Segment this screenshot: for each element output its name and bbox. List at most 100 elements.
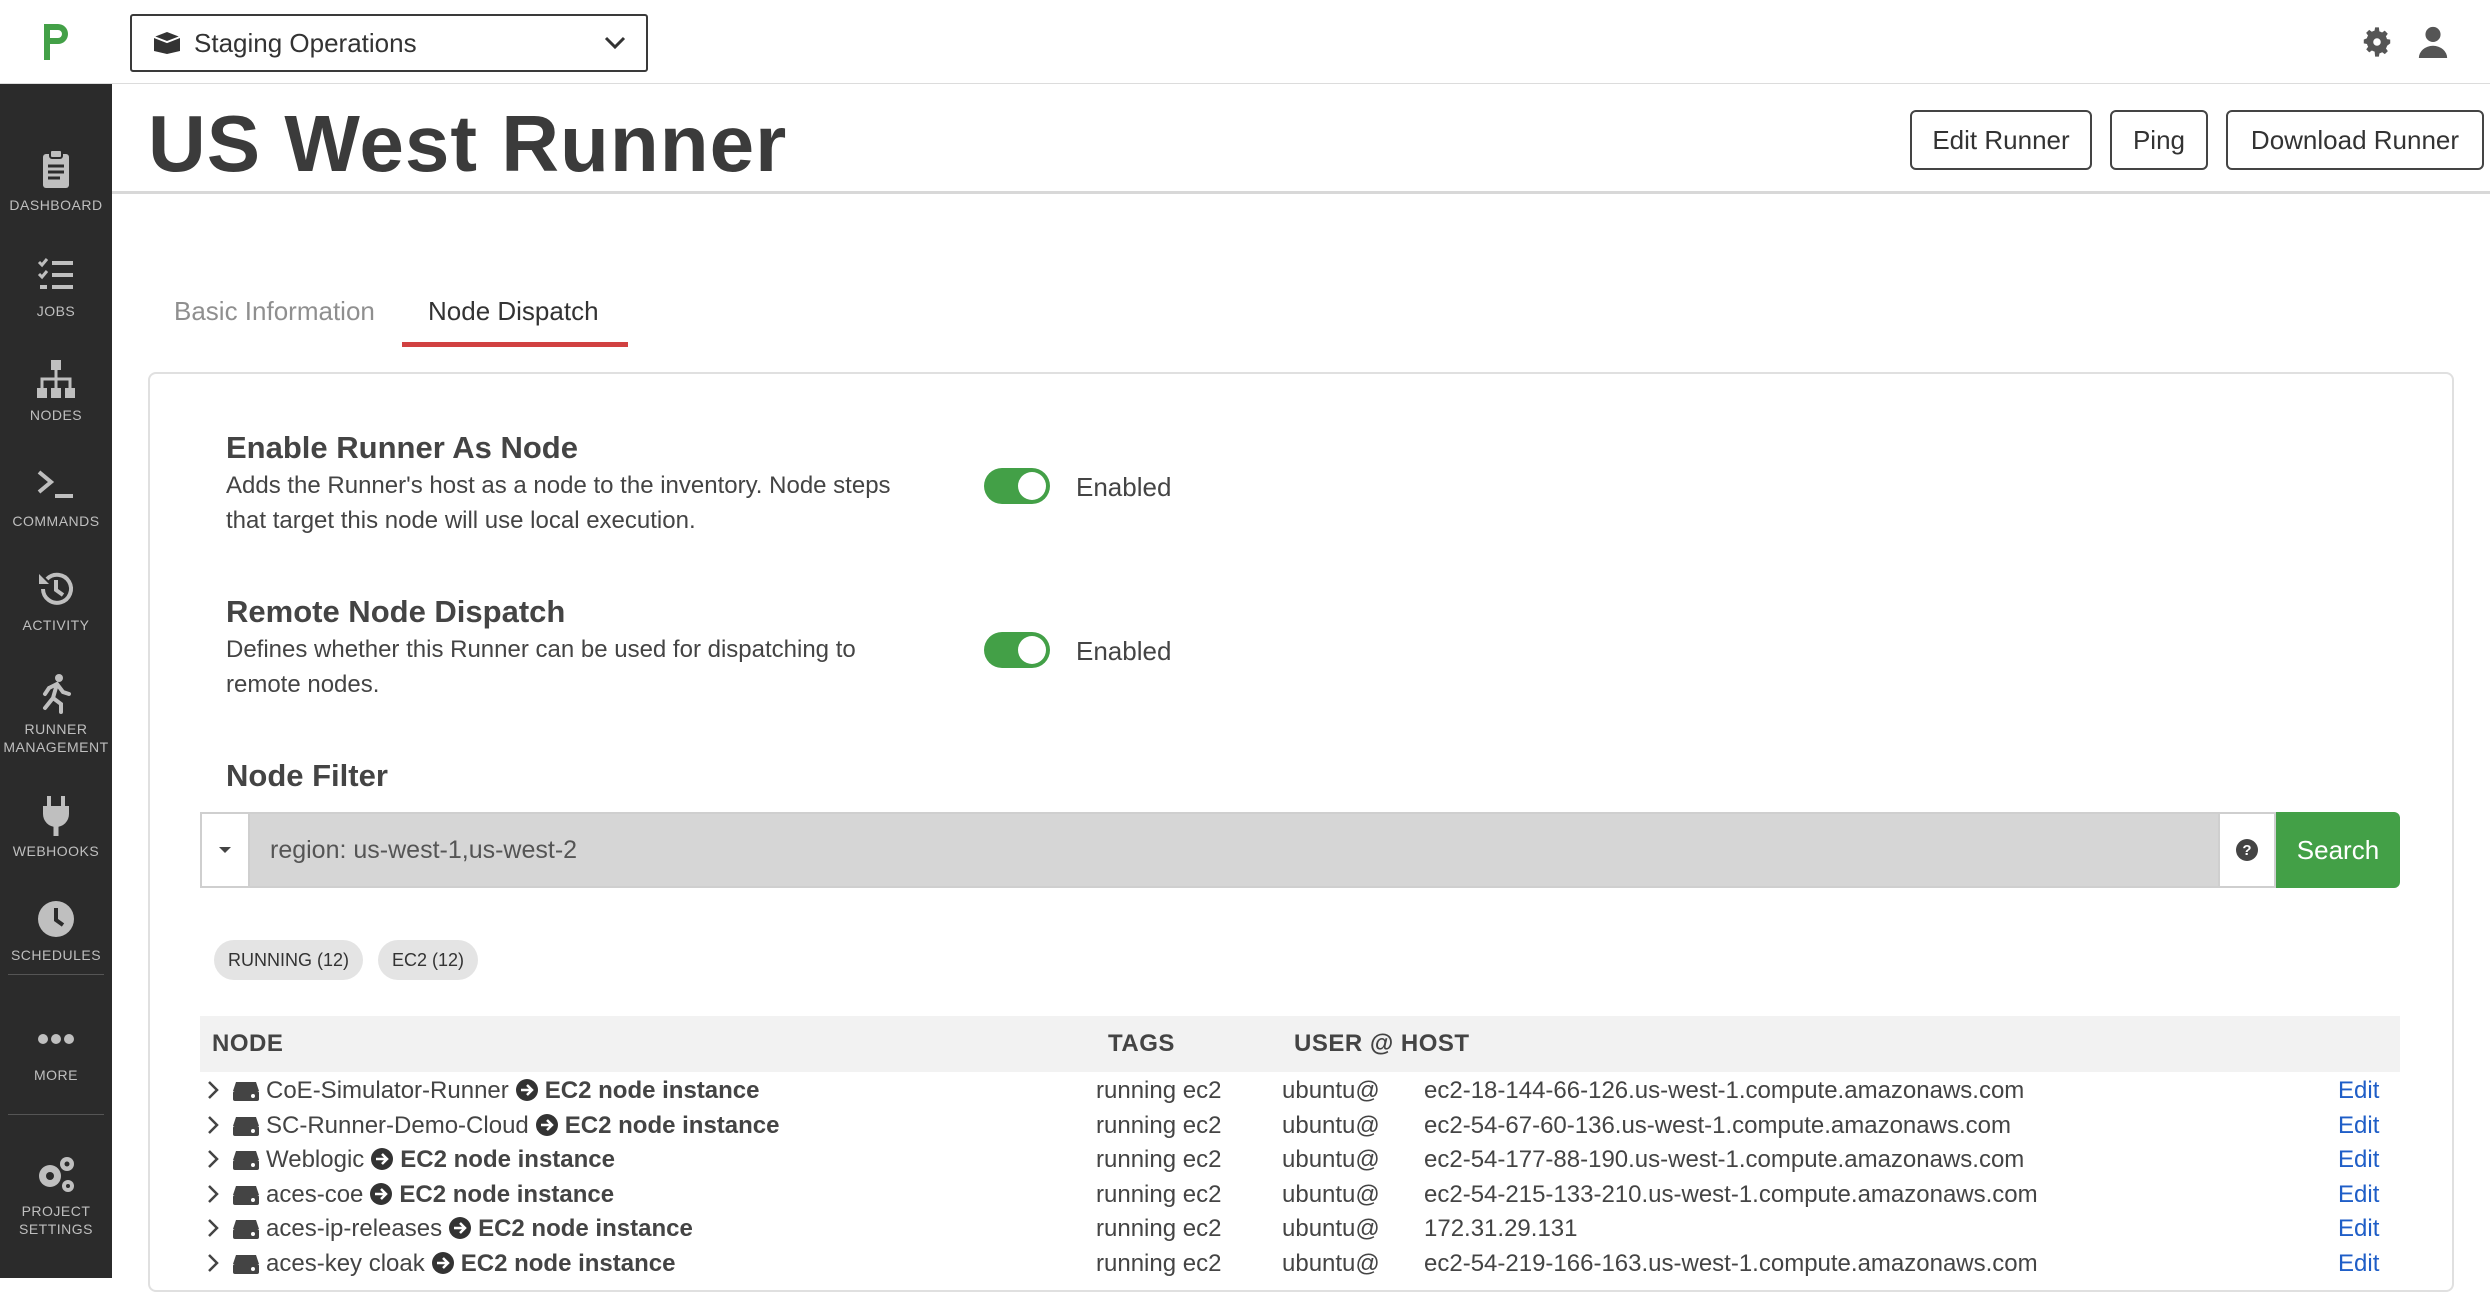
svg-text:?: ? (2242, 842, 2251, 859)
node-user: ubuntu@ (1282, 1146, 1380, 1174)
sidebar-item-project-settings[interactable]: PROJECT SETTINGS (0, 1154, 112, 1238)
gears-icon (39, 1157, 74, 1192)
remote-dispatch-title: Remote Node Dispatch (226, 594, 566, 629)
enable-runner-node-toggle[interactable] (984, 468, 1050, 504)
node-tags: running ec2 (1096, 1077, 1222, 1104)
node-filter-bar: ? Search (200, 812, 2400, 888)
column-node: NODE (212, 1030, 284, 1057)
column-user-host: USER @ HOST (1294, 1030, 1470, 1057)
edit-node-link[interactable]: Edit (2338, 1077, 2379, 1105)
search-button[interactable]: Search (2276, 812, 2400, 888)
node-host: 172.31.29.131 (1424, 1215, 1578, 1243)
enable-runner-node-title: Enable Runner As Node (226, 430, 578, 465)
node-description: EC2 node instance (460, 1250, 676, 1277)
tab-node-dispatch[interactable]: Node Dispatch (428, 296, 599, 327)
node-name[interactable]: aces-coe (266, 1181, 363, 1208)
chevron-right-icon[interactable] (206, 1184, 220, 1204)
table-row[interactable]: Weblogic EC2 node instance running ec2 ub… (200, 1143, 2400, 1177)
ping-button[interactable]: Ping (2110, 110, 2208, 170)
tab-basic-information[interactable]: Basic Information (174, 296, 375, 327)
edit-node-link[interactable]: Edit (2338, 1215, 2379, 1243)
arrow-circle-right-icon (515, 1079, 538, 1101)
ec2-filter-pill[interactable]: EC2 (12) (378, 940, 479, 980)
app-logo-icon[interactable] (36, 20, 76, 64)
history-icon (39, 572, 73, 605)
node-description: EC2 node instance (564, 1111, 780, 1139)
node-description: EC2 node instance (478, 1215, 693, 1243)
project-selector[interactable]: Staging Operations (130, 14, 648, 72)
sidebar-item-webhooks[interactable]: WEBHOOKS (0, 794, 112, 860)
user-icon[interactable] (2416, 24, 2450, 60)
top-bar: Staging Operations (0, 0, 2490, 84)
edit-node-link[interactable]: Edit (2338, 1181, 2379, 1209)
sidebar-item-commands[interactable]: COMMANDS (0, 464, 112, 530)
sidebar-item-label: RUNNER (24, 721, 88, 737)
sidebar-divider (8, 1114, 104, 1115)
table-row[interactable]: aces-coe EC2 node instance running ec2 ub… (200, 1178, 2400, 1212)
node-cell: CoE-Simulator-Runner EC2 node instance (266, 1077, 760, 1105)
edit-node-link[interactable]: Edit (2338, 1250, 2379, 1278)
table-row[interactable]: aces-ip-releases EC2 node instance runnin… (200, 1212, 2400, 1246)
table-row[interactable]: SC-Runner-Demo-Cloud EC2 node instance ru… (200, 1109, 2400, 1143)
sidebar-item-dashboard[interactable]: DASHBOARD (0, 148, 112, 214)
node-user: ubuntu@ (1282, 1077, 1380, 1104)
node-tags: running ec2 (1096, 1215, 1222, 1243)
server-icon (233, 1255, 259, 1274)
node-cell: aces-coe EC2 node instance (266, 1181, 614, 1209)
plug-icon (43, 796, 69, 836)
enable-runner-node-state: Enabled (1076, 472, 1172, 502)
sidebar-item-label: PROJECT (21, 1203, 91, 1219)
toggle-knob (1018, 636, 1046, 664)
sidebar-item-jobs[interactable]: JOBS (0, 254, 112, 320)
caret-down-icon (219, 847, 231, 853)
node-cell: Weblogic EC2 node instance (266, 1146, 615, 1174)
node-tags: running ec2 (1096, 1250, 1222, 1277)
sidebar-item-nodes[interactable]: NODES (0, 358, 112, 424)
node-name[interactable]: SC-Runner-Demo-Cloud (266, 1112, 529, 1139)
chevron-down-icon (604, 36, 626, 50)
sidebar-divider (8, 974, 104, 975)
node-table-header: NODE TAGS USER @ HOST (200, 1016, 2400, 1072)
remote-dispatch-toggle[interactable] (984, 632, 1050, 668)
filter-dropdown-button[interactable] (200, 812, 250, 888)
server-icon (233, 1151, 259, 1171)
node-name[interactable]: Weblogic (266, 1146, 364, 1173)
node-user: ubuntu@ (1282, 1215, 1380, 1243)
chevron-right-icon[interactable] (206, 1218, 220, 1238)
toggle-knob (1018, 472, 1046, 500)
download-runner-button[interactable]: Download Runner (2226, 110, 2484, 170)
table-row[interactable]: CoE-Simulator-Runner EC2 node instance ru… (200, 1074, 2400, 1108)
clock-icon (38, 901, 74, 937)
node-host: ec2-54-67-60-136.us-west-1.compute.amazo… (1424, 1111, 2011, 1139)
edit-node-link[interactable]: Edit (2338, 1112, 2379, 1140)
node-name[interactable]: CoE-Simulator-Runner (266, 1077, 509, 1104)
sidebar-item-activity[interactable]: ACTIVITY (0, 568, 112, 634)
sidebar-item-label: COMMANDS (12, 513, 100, 529)
chevron-right-icon[interactable] (206, 1149, 220, 1169)
server-icon (233, 1116, 259, 1136)
node-description: EC2 node instance (400, 1146, 616, 1174)
question-circle-icon: ? (2236, 839, 2258, 861)
chevron-right-icon[interactable] (206, 1253, 220, 1273)
chevron-right-icon[interactable] (206, 1080, 220, 1100)
chevron-right-icon[interactable] (206, 1115, 220, 1135)
sidebar-item-more[interactable]: MORE (0, 1018, 112, 1084)
edit-runner-button[interactable]: Edit Runner (1910, 110, 2092, 170)
running-filter-pill[interactable]: RUNNING (12) (214, 940, 364, 980)
node-filter-input[interactable] (250, 812, 2218, 888)
sidebar-item-schedules[interactable]: SCHEDULES (0, 898, 112, 964)
node-cell: aces-ip-releases EC2 node instance (266, 1215, 693, 1243)
gear-icon[interactable] (2360, 24, 2394, 60)
node-name[interactable]: aces-key cloak (266, 1250, 425, 1277)
table-row[interactable]: aces-key cloak EC2 node instance running … (200, 1247, 2400, 1281)
filter-help-button[interactable]: ? (2218, 812, 2276, 888)
edit-node-link[interactable]: Edit (2338, 1146, 2379, 1174)
sidebar-item-runner-management[interactable]: RUNNER MANAGEMENT (0, 672, 112, 756)
remote-dispatch-state: Enabled (1076, 636, 1172, 666)
page-title: US West Runner (148, 99, 788, 188)
sidebar-item-label-2: MANAGEMENT (3, 739, 109, 755)
arrow-circle-right-icon (431, 1252, 454, 1274)
node-host: ec2-54-219-166-163.us-west-1.compute.ama… (1424, 1250, 2038, 1277)
arrow-circle-right-icon (370, 1182, 393, 1205)
node-name[interactable]: aces-ip-releases (266, 1215, 442, 1242)
